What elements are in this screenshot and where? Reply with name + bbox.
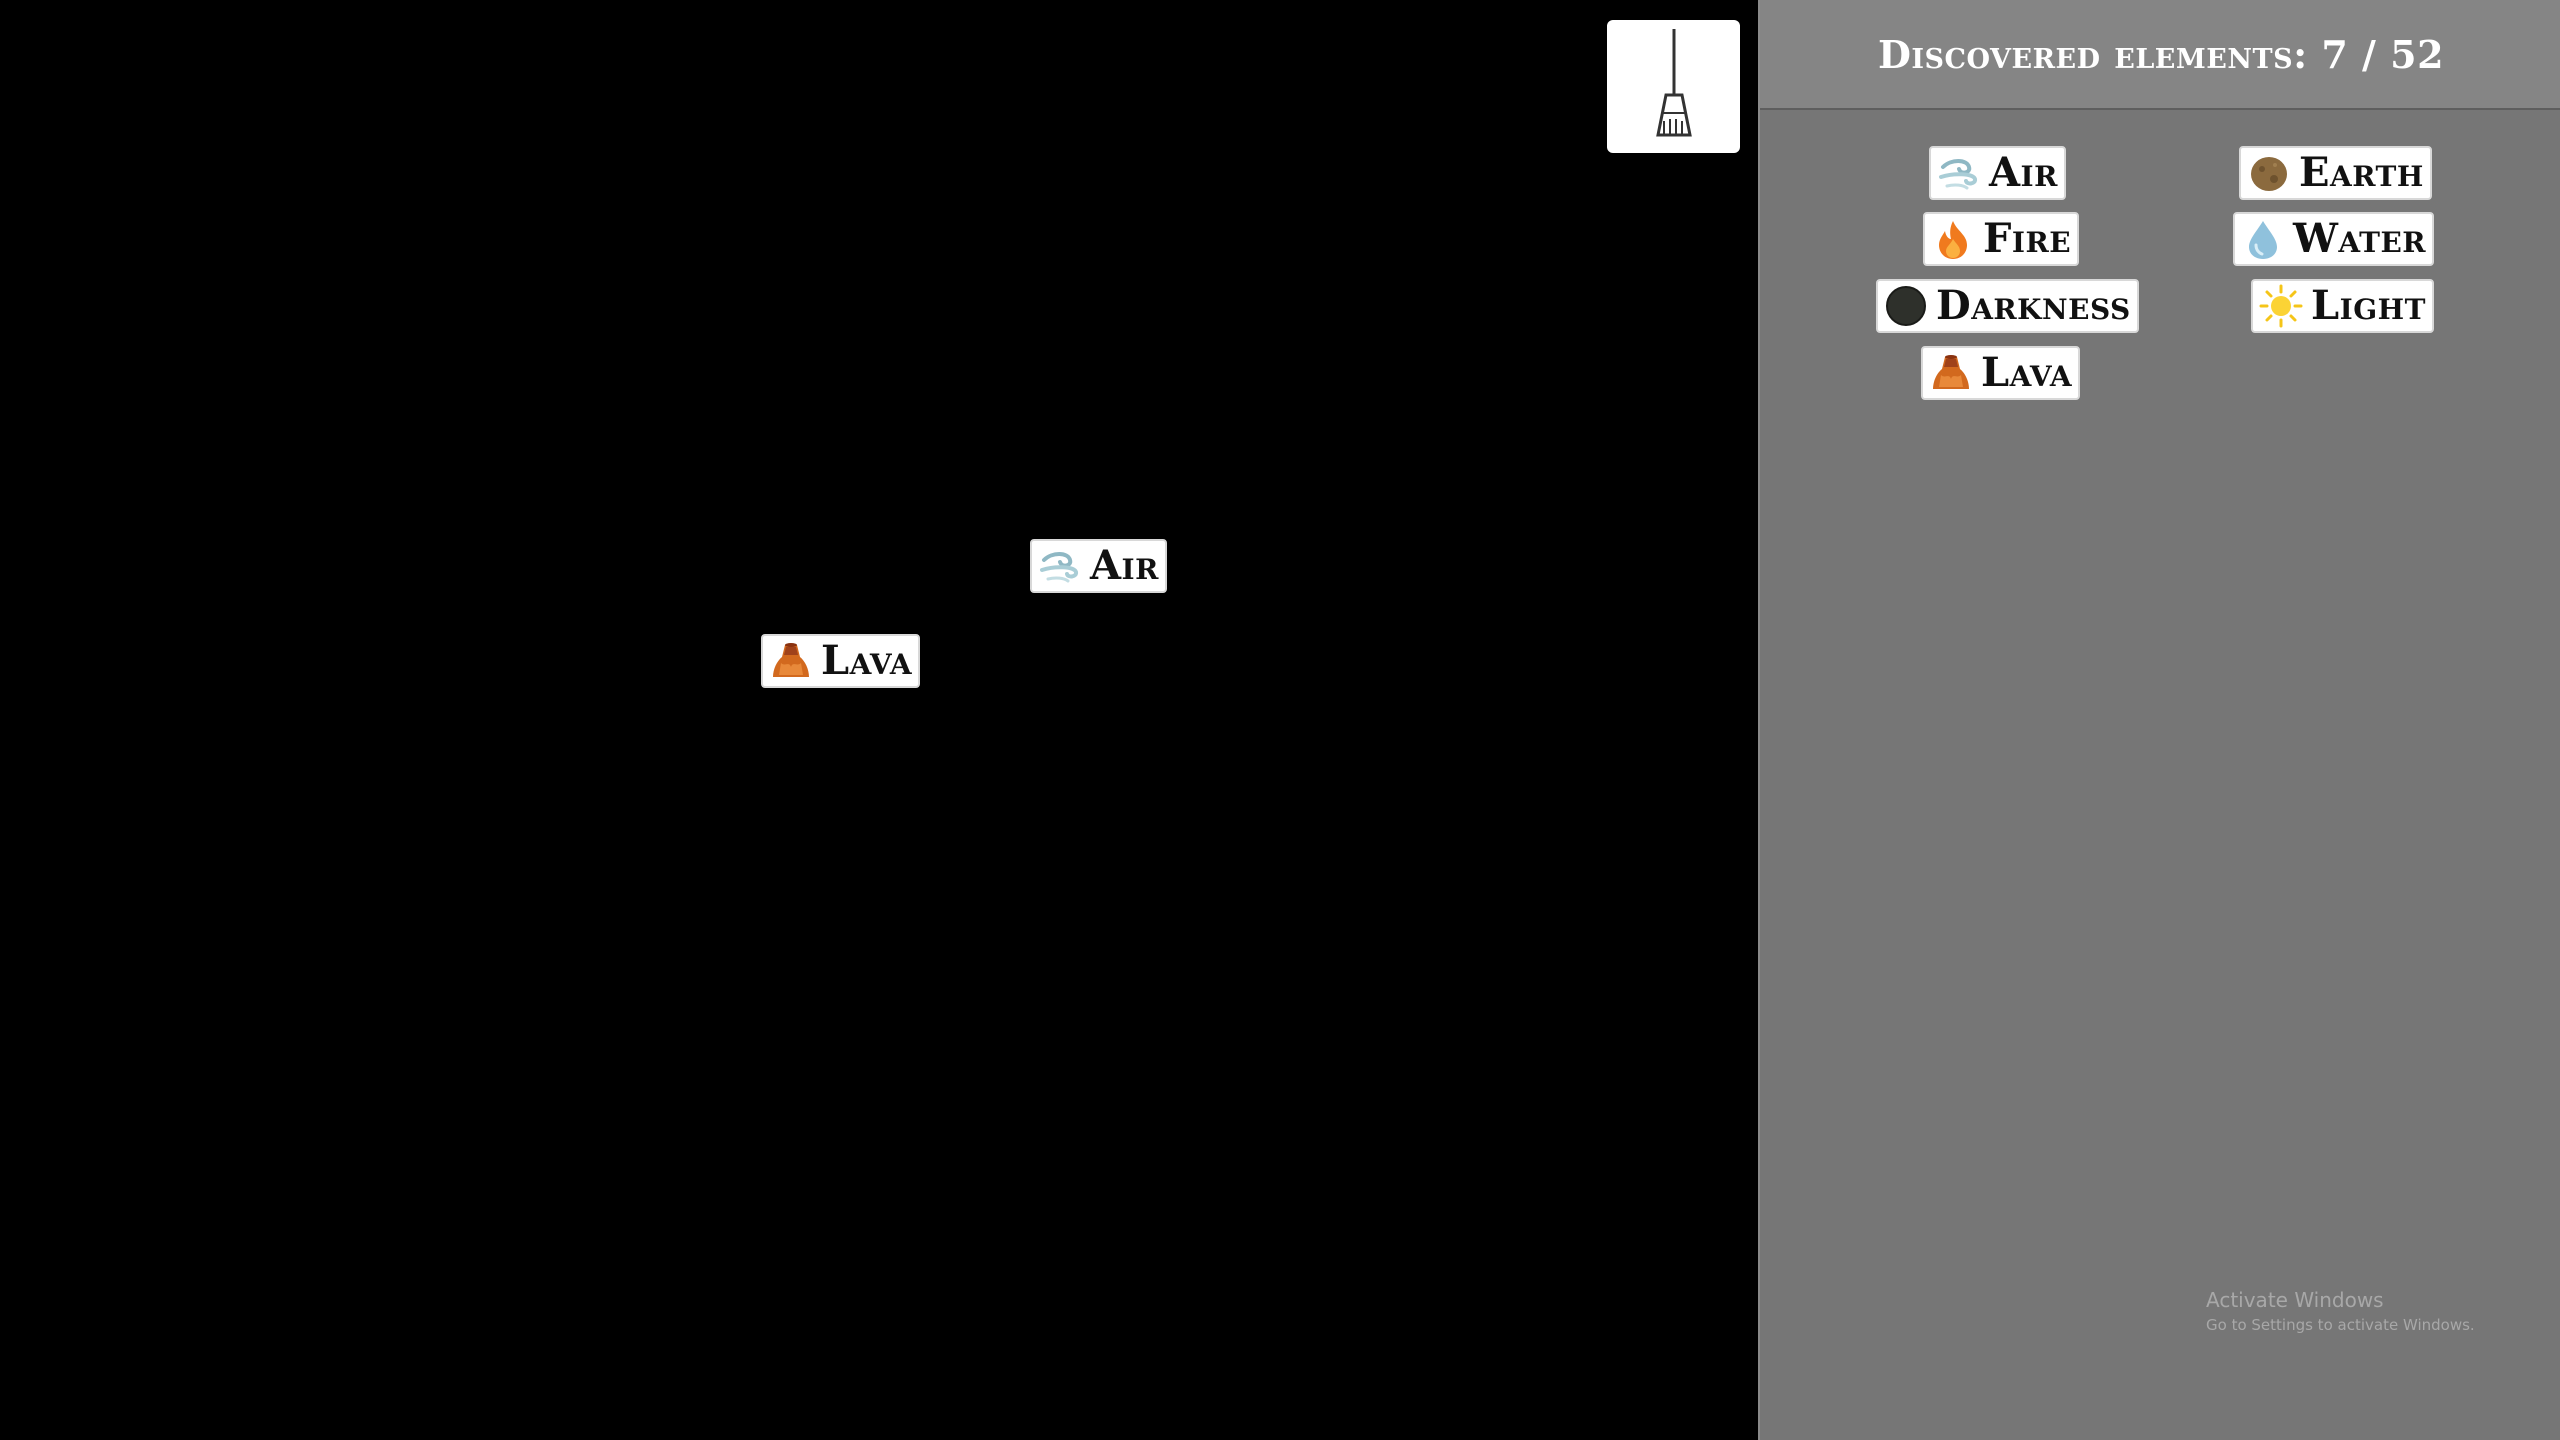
earth-icon (2247, 151, 2291, 195)
sidebar-element-label: Lava (1981, 349, 2073, 396)
activate-windows-watermark: Activate Windows Go to Settings to activ… (2206, 1288, 2475, 1334)
discovered-count-title: Discovered elements: 7 / 52 (1877, 31, 2445, 77)
play-canvas[interactable]: Air Lava (0, 0, 1758, 1440)
lava-icon (769, 639, 813, 683)
water-icon (2241, 217, 2285, 261)
air-icon (1937, 151, 1981, 195)
sidebar-element-air[interactable]: Air (1929, 146, 2066, 200)
sidebar-element-label: Air (1989, 149, 2058, 196)
light-icon (2259, 284, 2303, 328)
darkness-icon (1884, 284, 1928, 328)
sidebar-element-fire[interactable]: Fire (1923, 212, 2080, 266)
canvas-element-lava[interactable]: Lava (761, 634, 921, 688)
discovered-elements-sidebar: Discovered elements: 7 / 52 (1758, 0, 2560, 1440)
sidebar-element-label: Darkness (1936, 282, 2131, 329)
canvas-element-label: Air (1090, 542, 1159, 589)
fire-icon (1931, 217, 1975, 261)
canvas-element-air[interactable]: Air (1030, 539, 1167, 593)
sidebar-element-light[interactable]: Light (2251, 279, 2434, 333)
sidebar-element-earth[interactable]: Earth (2239, 146, 2432, 200)
sidebar-element-lava[interactable]: Lava (1921, 346, 2081, 400)
sidebar-element-water[interactable]: Water (2233, 212, 2435, 266)
activate-windows-title: Activate Windows (2206, 1288, 2384, 1312)
lava-icon (1929, 351, 1973, 395)
air-icon (1038, 544, 1082, 588)
canvas-element-label: Lava (821, 637, 913, 684)
game-root: Air Lava Discovered elements: 7 / 52 Air… (0, 0, 2560, 1440)
sidebar-element-darkness[interactable]: Darkness (1876, 279, 2139, 333)
sidebar-element-label: Water (2293, 215, 2427, 262)
sidebar-element-label: Earth (2299, 149, 2424, 196)
clear-canvas-button[interactable] (1607, 20, 1740, 153)
sidebar-header: Discovered elements: 7 / 52 (1760, 0, 2560, 110)
broom-icon (1644, 25, 1704, 149)
sidebar-element-label: Light (2311, 282, 2426, 329)
activate-windows-subtitle: Go to Settings to activate Windows. (2206, 1316, 2475, 1334)
sidebar-element-label: Fire (1983, 215, 2072, 262)
